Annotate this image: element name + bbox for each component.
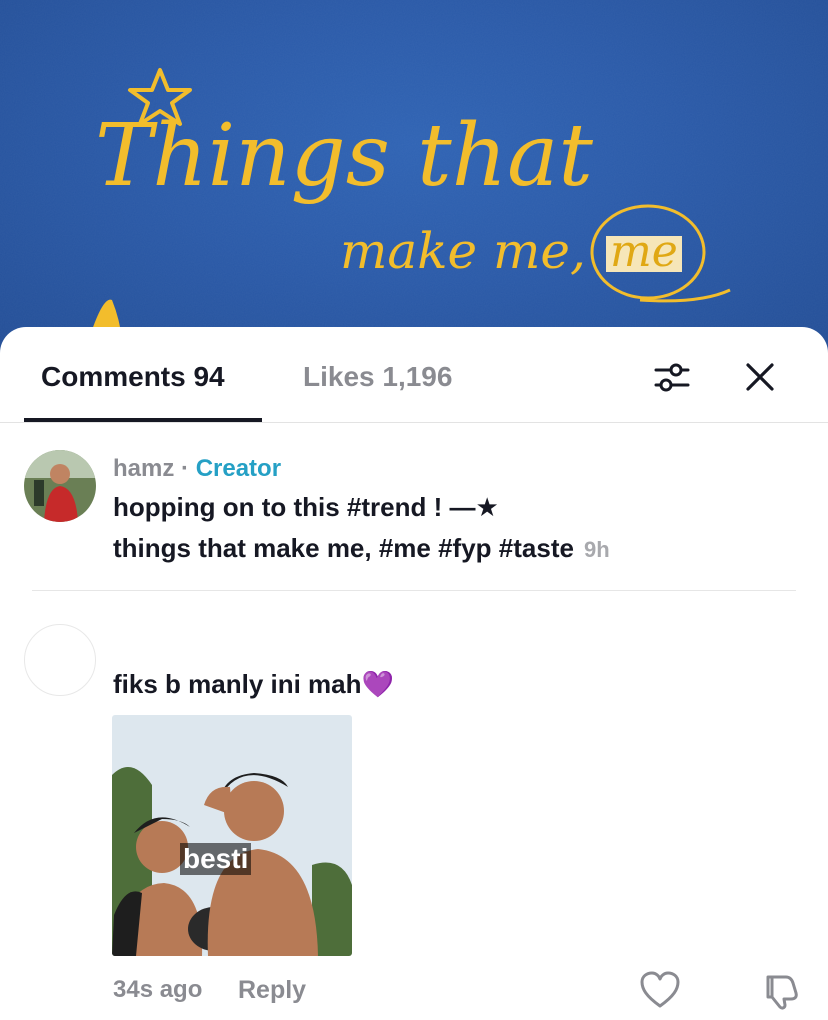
- divider: [32, 590, 796, 591]
- tab-comments[interactable]: Comments 94: [41, 361, 225, 393]
- title-main-text: Things that: [95, 106, 593, 206]
- creator-badge: Creator: [195, 455, 282, 482]
- tab-bar: Comments 94 Likes 1,196: [0, 327, 828, 423]
- title-artwork: Things that make me, me: [0, 0, 828, 360]
- comment-text-line1: hopping on to this #trend ! —★: [113, 492, 499, 522]
- title-highlight-text: me: [610, 226, 678, 277]
- separator: ·: [174, 455, 196, 482]
- heart-icon[interactable]: [640, 971, 680, 1009]
- comment-time: 34s ago: [113, 976, 203, 1003]
- comment-time: 9h: [583, 537, 610, 562]
- active-tab-indicator: [24, 418, 262, 422]
- avatar[interactable]: [24, 624, 96, 696]
- title-sub-text: make me,: [340, 222, 586, 280]
- reply-button[interactable]: Reply: [238, 976, 306, 1005]
- comment-text: fiks b manly ini mah💜: [113, 669, 394, 699]
- video-background: Things that make me, me: [0, 0, 828, 360]
- close-icon[interactable]: [738, 355, 782, 399]
- comment-author: hamz · Creator: [113, 455, 281, 483]
- username[interactable]: hamz: [113, 455, 174, 482]
- avatar[interactable]: [24, 450, 96, 522]
- comments-sheet: Comments 94 Likes 1,196 hamz · Creator h…: [0, 327, 828, 1020]
- sticker-image[interactable]: besti: [112, 715, 352, 956]
- sliders-icon[interactable]: [650, 355, 694, 399]
- dislike-icon[interactable]: [760, 971, 800, 1011]
- sticker-caption: besti: [180, 843, 252, 875]
- tab-likes[interactable]: Likes 1,196: [303, 361, 452, 393]
- comment-text: things that make me, #me #fyp #taste: [113, 533, 574, 563]
- comment-text-line2: things that make me, #me #fyp #taste 9h: [113, 528, 610, 570]
